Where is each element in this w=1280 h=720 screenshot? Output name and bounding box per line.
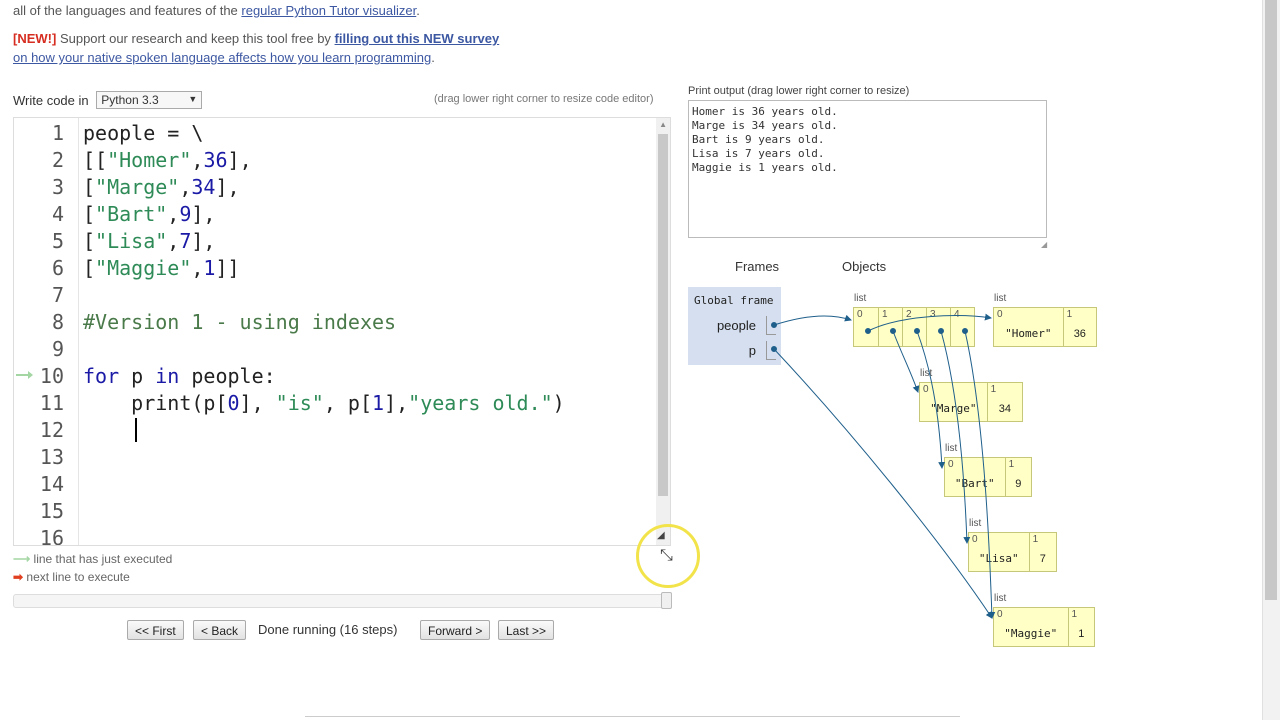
arrow-people bbox=[773, 314, 852, 326]
bottom-divider bbox=[305, 716, 960, 717]
page-scroll-thumb[interactable] bbox=[1265, 0, 1277, 600]
arrow-elem-4 bbox=[964, 330, 996, 619]
arrow-elem-0 bbox=[867, 313, 992, 332]
pointer-arrows bbox=[771, 313, 996, 619]
arrow-elem-1 bbox=[892, 330, 920, 393]
resize-cursor-icon: ⤡ bbox=[660, 547, 673, 564]
arrow-elem-3 bbox=[940, 330, 971, 544]
arrow-p bbox=[773, 348, 993, 619]
arrow-elem-2 bbox=[916, 330, 946, 469]
